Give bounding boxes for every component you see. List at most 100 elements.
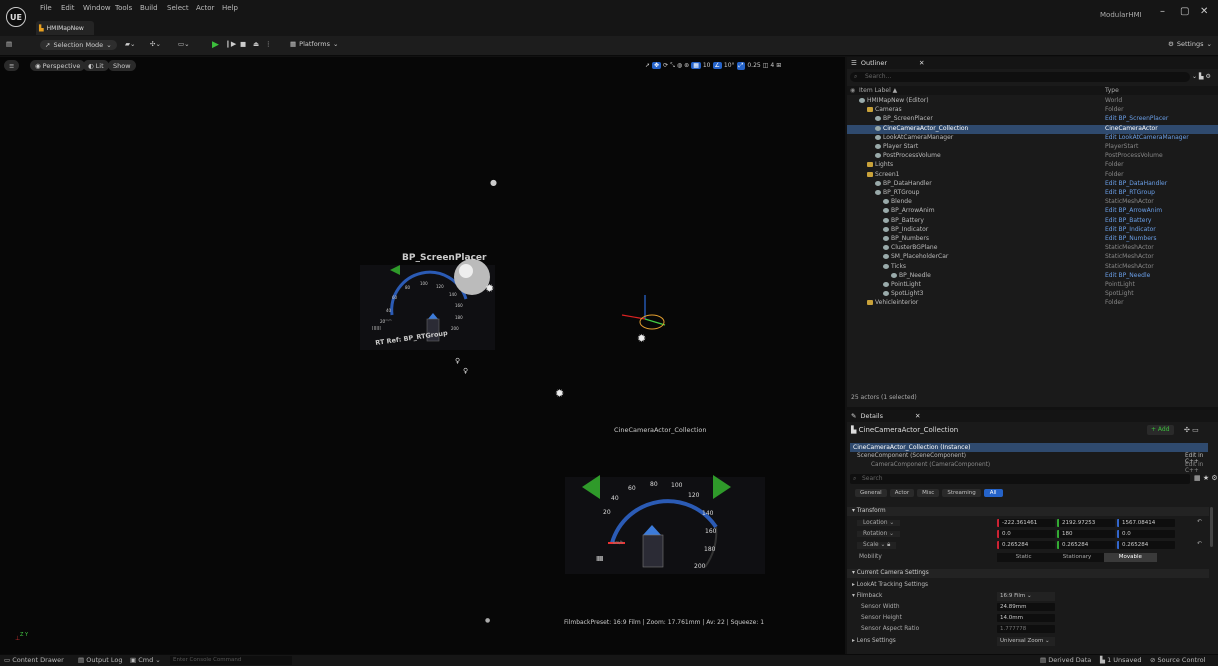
settings-dropdown[interactable]: ⚙ Settings ⌄ bbox=[1168, 40, 1212, 48]
filter-misc[interactable]: Misc bbox=[917, 489, 940, 497]
filter-actor[interactable]: Actor bbox=[889, 489, 915, 497]
sensor-width-field[interactable]: 24.89mm bbox=[997, 603, 1055, 611]
outliner-row[interactable]: Ticks StaticMeshActor bbox=[847, 263, 1218, 272]
scale-icon[interactable]: ⤡ bbox=[670, 62, 675, 70]
outliner-row[interactable]: BP_ArrowAnim Edit BP_ArrowAnim bbox=[847, 207, 1218, 216]
mobility-movable[interactable]: Movable bbox=[1103, 553, 1157, 562]
maximize-viewport-icon[interactable]: ⊞ bbox=[776, 62, 781, 69]
eject-icon[interactable]: ⏏ bbox=[253, 40, 259, 48]
mobility-stationary[interactable]: Stationary bbox=[1050, 553, 1103, 562]
lookat-section[interactable]: ▸ LookAt Tracking Settings bbox=[852, 582, 928, 588]
close-icon[interactable]: ✕ bbox=[915, 412, 920, 420]
location-label[interactable]: Location ⌄ bbox=[857, 520, 901, 526]
sensor-height-field[interactable]: 14.0mm bbox=[997, 614, 1055, 622]
menu-help[interactable]: Help bbox=[222, 4, 238, 12]
document-tab[interactable]: ▙ HMIMapNew bbox=[36, 21, 94, 35]
outliner-row[interactable]: BP_RTGroup Edit BP_RTGroup bbox=[847, 189, 1218, 198]
edit-blueprint-link[interactable]: Edit BP_Indicator bbox=[1105, 226, 1156, 233]
source-control-button[interactable]: ⊘ Source Control bbox=[1150, 656, 1205, 664]
outliner-row[interactable]: SM_PlaceholderCar StaticMeshActor bbox=[847, 253, 1218, 262]
filter-streaming[interactable]: Streaming bbox=[942, 489, 981, 497]
details-scrollbar[interactable] bbox=[1210, 507, 1213, 547]
selection-mode-dropdown[interactable]: ➚ Selection Mode ⌄ bbox=[40, 40, 117, 50]
rotation-z[interactable]: 0.0 bbox=[1117, 530, 1175, 538]
scene-component-row[interactable]: SceneComponent (SceneComponent) bbox=[857, 453, 966, 459]
type-column[interactable]: Type bbox=[1105, 87, 1119, 94]
menu-edit[interactable]: Edit bbox=[61, 4, 75, 12]
transform-section[interactable]: ▾ Transform bbox=[847, 507, 1209, 516]
level-viewport[interactable]: ✹ ✹ ✹ ● ♀ ♀ ● ⊥ bbox=[0, 57, 845, 654]
scale-snap-icon[interactable]: ⤢ bbox=[736, 61, 746, 70]
outliner-row[interactable]: PostProcessVolume PostProcessVolume bbox=[847, 152, 1218, 161]
blueprint-options-icon[interactable]: ✣ ▭ bbox=[1184, 426, 1199, 434]
reset-icon[interactable]: ↶ bbox=[1197, 519, 1202, 525]
outliner-row[interactable]: Screen1 Folder bbox=[847, 171, 1218, 180]
edit-blueprint-link[interactable]: Edit BP_Needle bbox=[1105, 272, 1150, 279]
add-actor-icon[interactable]: ▰⌄ bbox=[125, 40, 135, 48]
outliner-row[interactable]: BP_Numbers Edit BP_Numbers bbox=[847, 235, 1218, 244]
maximize-button[interactable]: ▢ bbox=[1180, 6, 1189, 17]
edit-blueprint-link[interactable]: Edit BP_DataHandler bbox=[1105, 180, 1167, 187]
edit-blueprint-link[interactable]: Edit BP_ScreenPlacer bbox=[1105, 115, 1168, 122]
details-view-options-icon[interactable]: ▦ ★ ⚙ bbox=[1194, 474, 1218, 482]
menu-select[interactable]: Select bbox=[167, 4, 189, 12]
grid-snap-value[interactable]: 10 bbox=[703, 62, 711, 69]
menu-actor[interactable]: Actor bbox=[196, 4, 214, 12]
edit-blueprint-link[interactable]: Edit BP_RTGroup bbox=[1105, 189, 1155, 196]
rotation-label[interactable]: Rotation ⌄ bbox=[857, 531, 900, 537]
content-drawer-button[interactable]: ▭ Content Drawer bbox=[4, 656, 64, 664]
visibility-icon[interactable]: ◉ bbox=[850, 87, 855, 94]
unsaved-button[interactable]: ▙ 1 Unsaved bbox=[1100, 656, 1142, 664]
location-x[interactable]: -222.361461 bbox=[997, 519, 1055, 527]
select-icon[interactable]: ➚ bbox=[645, 62, 650, 69]
camera-speed-value[interactable]: 4 bbox=[770, 62, 774, 69]
location-z[interactable]: 1567.08414 bbox=[1117, 519, 1175, 527]
outliner-row[interactable]: CineCameraActor_Collection CineCameraActo… bbox=[847, 124, 1218, 134]
rotate-icon[interactable]: ⟳ bbox=[663, 62, 668, 69]
menu-build[interactable]: Build bbox=[140, 4, 158, 12]
outliner-row[interactable]: BP_Battery Edit BP_Battery bbox=[847, 217, 1218, 226]
outliner-tab[interactable]: ☰ Outliner ✕ bbox=[847, 57, 1218, 69]
grid-snap-icon[interactable]: ▦ bbox=[691, 62, 701, 69]
reset-icon[interactable]: ↶ bbox=[1197, 541, 1202, 547]
outliner-row[interactable]: Cameras Folder bbox=[847, 106, 1218, 115]
output-log-button[interactable]: ▤ Output Log bbox=[78, 656, 123, 664]
stop-icon[interactable]: ■ bbox=[240, 40, 246, 48]
outliner-row[interactable]: Blende StaticMeshActor bbox=[847, 198, 1218, 207]
translate-icon[interactable]: ✥ bbox=[652, 62, 662, 69]
camera-speed-icon[interactable]: ◫ bbox=[763, 62, 769, 69]
minimize-button[interactable]: – bbox=[1160, 6, 1165, 17]
menu-window[interactable]: Window bbox=[83, 4, 111, 12]
world-icon[interactable]: ◍ bbox=[677, 62, 682, 69]
outliner-row[interactable]: BP_Needle Edit BP_Needle bbox=[847, 272, 1218, 281]
outliner-row[interactable]: BP_Indicator Edit BP_Indicator bbox=[847, 226, 1218, 235]
lit-button[interactable]: ◐ Lit bbox=[83, 60, 109, 71]
outliner-options-icon[interactable]: ⌄ ▙ ⚙ bbox=[1192, 73, 1211, 80]
more-options-icon[interactable]: ⋮ bbox=[265, 40, 272, 48]
blueprint-icon[interactable]: ✣⌄ bbox=[150, 40, 161, 48]
derived-data-button[interactable]: ▤ Derived Data bbox=[1040, 656, 1091, 664]
component-instance-row[interactable]: CineCameraActor_Collection (Instance) bbox=[850, 443, 1208, 452]
viewport-transform-tools[interactable]: ➚ ✥ ⟳ ⤡ ◍ ⊛ ▦ 10 ∠ 10° ⤢ 0.25 ◫ 4 ⊞ bbox=[645, 60, 781, 71]
camera-settings-section[interactable]: ▾ Current Camera Settings bbox=[847, 569, 1209, 578]
menu-file[interactable]: File bbox=[40, 4, 52, 12]
cmd-dropdown[interactable]: ▣ Cmd ⌄ bbox=[130, 656, 161, 664]
menu-tools[interactable]: Tools bbox=[115, 4, 132, 12]
filter-all[interactable]: All bbox=[983, 489, 1003, 497]
outliner-search[interactable]: ⌕ Search... bbox=[850, 72, 1190, 82]
lens-section[interactable]: ▸ Lens Settings bbox=[852, 638, 896, 644]
details-search[interactable]: ⌕ Search bbox=[850, 474, 1190, 484]
scale-y[interactable]: 0.265284 bbox=[1057, 541, 1115, 549]
lock-icon[interactable]: 🔒︎ bbox=[887, 542, 890, 548]
edit-blueprint-link[interactable]: Edit BP_Numbers bbox=[1105, 235, 1157, 242]
location-y[interactable]: 2192.97253 bbox=[1057, 519, 1115, 527]
scale-snap-value[interactable]: 0.25 bbox=[747, 62, 760, 69]
cinematics-icon[interactable]: ▭⌄ bbox=[178, 40, 190, 48]
close-button[interactable]: ✕ bbox=[1200, 6, 1208, 17]
outliner-row[interactable]: LookAtCameraManager Edit LookAtCameraMana… bbox=[847, 134, 1218, 143]
perspective-button[interactable]: ◉ Perspective bbox=[30, 60, 86, 71]
edit-blueprint-link[interactable]: Edit BP_Battery bbox=[1105, 217, 1151, 224]
item-label-column[interactable]: Item Label ▲ bbox=[859, 87, 897, 94]
console-input[interactable]: Enter Console Command bbox=[170, 656, 292, 665]
scale-label[interactable]: Scale ⌄ 🔒︎ bbox=[857, 542, 897, 549]
